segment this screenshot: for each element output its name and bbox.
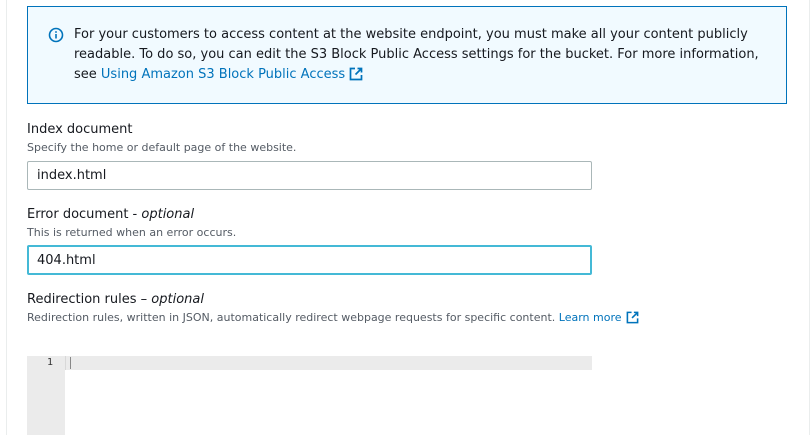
- line-number: 1: [46, 357, 53, 368]
- redirection-rules-label: Redirection rules – optional: [27, 292, 204, 307]
- error-document-label-text: Error document: [27, 207, 129, 222]
- redirection-rules-description: Redirection rules, written in JSON, auto…: [27, 311, 639, 324]
- gutter-separator: [65, 356, 66, 370]
- external-link-icon: [349, 67, 363, 81]
- info-message: For your customers to access content at …: [74, 25, 774, 85]
- error-document-input[interactable]: [27, 245, 592, 275]
- external-link-icon: [626, 311, 638, 324]
- redirection-rules-optional: optional: [151, 292, 204, 307]
- editor-active-line: 1: [27, 356, 592, 370]
- error-document-optional: optional: [141, 207, 195, 222]
- redirection-rules-editor[interactable]: 1: [27, 356, 592, 435]
- index-document-description: Specify the home or default page of the …: [27, 141, 297, 154]
- redirection-rules-description-text: Redirection rules, written in JSON, auto…: [27, 311, 556, 324]
- index-document-label: Index document: [27, 122, 133, 137]
- redirection-rules-label-text: Redirection rules: [27, 292, 137, 307]
- right-divider: [809, 0, 810, 435]
- redirection-rules-label-separator: –: [136, 292, 152, 307]
- block-public-access-link[interactable]: Using Amazon S3 Block Public Access: [101, 67, 363, 82]
- learn-more-label: Learn more: [558, 311, 622, 324]
- info-icon: [48, 27, 64, 43]
- learn-more-link[interactable]: Learn more: [559, 311, 639, 324]
- index-document-input[interactable]: [27, 161, 592, 190]
- error-document-description: This is returned when an error occurs.: [27, 226, 237, 239]
- error-document-label: Error document - optional: [27, 207, 194, 222]
- error-document-label-separator: -: [128, 207, 142, 222]
- editor-cursor: [70, 357, 71, 369]
- block-public-access-link-label: Using Amazon S3 Block Public Access: [100, 67, 346, 82]
- info-alert: For your customers to access content at …: [27, 6, 787, 104]
- left-divider: [6, 0, 7, 435]
